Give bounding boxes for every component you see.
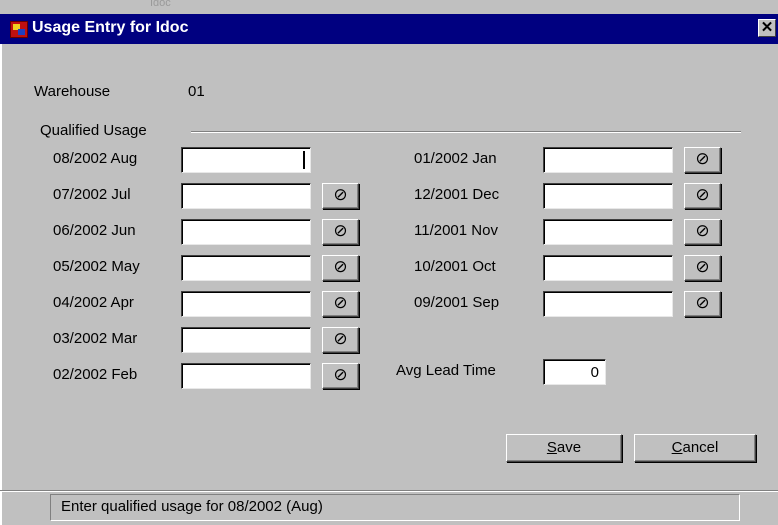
usage-input[interactable]: [543, 147, 673, 173]
usage-input[interactable]: [543, 219, 673, 245]
avg-lead-time-input[interactable]: [543, 359, 606, 385]
warehouse-value: 01: [188, 83, 205, 100]
usage-input[interactable]: [543, 183, 673, 209]
cancel-button[interactable]: Cancel: [634, 434, 756, 462]
save-mnemonic: S: [546, 439, 557, 456]
clear-usage-button[interactable]: ⊘: [322, 219, 359, 245]
title-bar[interactable]: Usage Entry for Idoc ✕: [0, 14, 778, 44]
usage-input[interactable]: [181, 219, 311, 245]
clear-usage-button[interactable]: ⊘: [322, 363, 359, 389]
usage-input[interactable]: [181, 255, 311, 281]
usage-input[interactable]: [543, 291, 673, 317]
usage-input[interactable]: [181, 291, 311, 317]
clear-usage-button[interactable]: ⊘: [684, 147, 721, 173]
clear-icon: ⊘: [695, 221, 710, 240]
usage-label: 10/2001 Oct: [414, 258, 496, 275]
usage-label: 04/2002 Apr: [53, 294, 134, 311]
usage-label: 02/2002 Feb: [53, 366, 138, 383]
usage-label: 06/2002 Jun: [53, 222, 136, 239]
clear-usage-button[interactable]: ⊘: [322, 255, 359, 281]
usage-label: 01/2002 Jan: [414, 150, 497, 167]
close-button[interactable]: ✕: [758, 19, 776, 37]
clear-usage-button[interactable]: ⊘: [322, 327, 359, 353]
dialog-edge: [0, 44, 2, 525]
usage-label: 05/2002 May: [53, 258, 140, 275]
clear-icon: ⊘: [695, 257, 710, 276]
usage-label: 12/2001 Dec: [414, 186, 500, 203]
clear-icon: ⊘: [333, 293, 348, 312]
usage-label: 11/2001 Nov: [414, 222, 498, 239]
close-icon: ✕: [760, 19, 774, 36]
clear-usage-button[interactable]: ⊘: [684, 183, 721, 209]
status-bar: Enter qualified usage for 08/2002 (Aug): [50, 494, 740, 521]
clear-icon: ⊘: [333, 185, 348, 204]
clear-icon: ⊘: [333, 365, 348, 384]
clear-icon: ⊘: [695, 149, 710, 168]
usage-label: 09/2001 Sep: [414, 294, 500, 311]
clear-icon: ⊘: [695, 185, 710, 204]
usage-input[interactable]: [543, 255, 673, 281]
clear-usage-button[interactable]: ⊘: [684, 255, 721, 281]
clear-usage-button[interactable]: ⊘: [322, 291, 359, 317]
cancel-label: ancel: [682, 439, 719, 456]
clear-usage-button[interactable]: ⊘: [322, 183, 359, 209]
usage-label: 08/2002 Aug: [53, 150, 138, 167]
window-title: Usage Entry for Idoc: [32, 19, 189, 36]
app-icon[interactable]: [10, 21, 28, 38]
save-label: ave: [556, 439, 582, 456]
background-window-strip: Idoc: [0, 0, 778, 14]
qualified-usage-group-title: Qualified Usage: [40, 122, 147, 139]
cancel-mnemonic: C: [671, 439, 683, 456]
clear-icon: ⊘: [333, 329, 348, 348]
warehouse-label: Warehouse: [34, 83, 111, 100]
group-divider: [191, 131, 741, 133]
usage-input[interactable]: [181, 147, 311, 173]
status-separator: [0, 490, 778, 492]
clear-icon: ⊘: [333, 257, 348, 276]
usage-input[interactable]: [181, 327, 311, 353]
clear-icon: ⊘: [695, 293, 710, 312]
usage-input[interactable]: [181, 183, 311, 209]
text-cursor: [303, 151, 305, 169]
usage-input[interactable]: [181, 363, 311, 389]
usage-label: 07/2002 Jul: [53, 186, 131, 203]
clear-icon: ⊘: [333, 221, 348, 240]
avg-lead-time-label: Avg Lead Time: [396, 362, 496, 379]
usage-label: 03/2002 Mar: [53, 330, 138, 347]
clear-usage-button[interactable]: ⊘: [684, 219, 721, 245]
save-button[interactable]: Save: [506, 434, 622, 462]
clear-usage-button[interactable]: ⊘: [684, 291, 721, 317]
background-window-text: Idoc: [150, 0, 171, 9]
